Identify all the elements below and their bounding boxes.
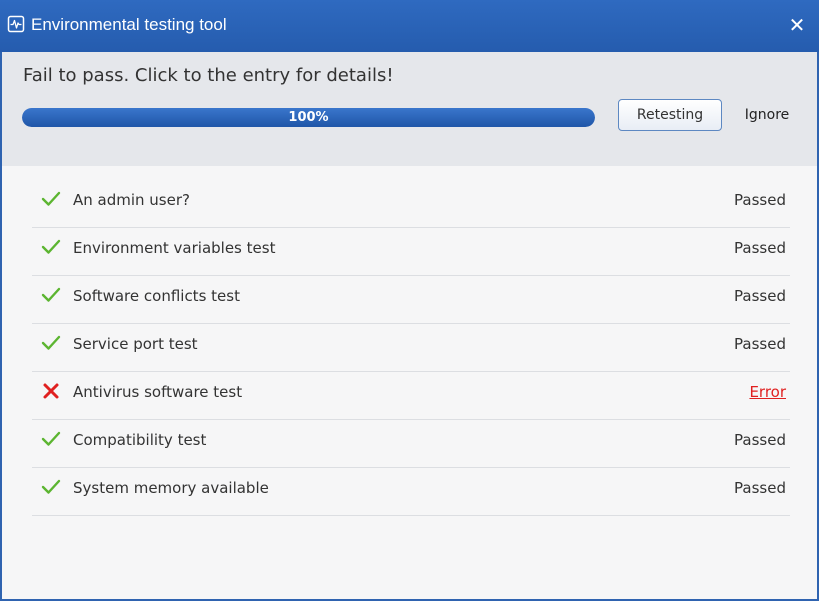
test-label: Environment variables test (73, 239, 276, 257)
test-status: Passed (734, 239, 786, 257)
test-row-antivirus-software[interactable]: Antivirus software test Error (32, 373, 790, 420)
test-list: An admin user? Passed Environment variab… (32, 181, 790, 517)
testing-tool-window: Environmental testing tool ✕ Fail to pas… (0, 0, 819, 601)
test-status: Passed (734, 431, 786, 449)
check-icon (41, 431, 61, 446)
test-status: Passed (734, 287, 786, 305)
test-status: Passed (734, 335, 786, 353)
summary-header: Fail to pass. Click to the entry for det… (2, 52, 817, 166)
test-row-service-port[interactable]: Service port test Passed (32, 325, 790, 372)
title-bar: Environmental testing tool ✕ (0, 0, 819, 52)
test-label: Compatibility test (73, 431, 207, 449)
test-row-system-memory[interactable]: System memory available Passed (32, 469, 790, 516)
check-icon (41, 239, 61, 254)
test-status: Passed (734, 191, 786, 209)
ignore-button[interactable]: Ignore (736, 99, 798, 131)
close-icon: ✕ (788, 13, 806, 37)
test-row-admin-user[interactable]: An admin user? Passed (32, 181, 790, 228)
test-label: An admin user? (73, 191, 190, 209)
cross-icon (43, 383, 59, 399)
check-icon (41, 191, 61, 206)
monitor-icon (7, 15, 25, 33)
progress-label: 100% (288, 110, 329, 125)
test-label: Antivirus software test (73, 383, 243, 401)
close-button[interactable]: ✕ (787, 13, 807, 37)
test-label: System memory available (73, 479, 269, 497)
test-label: Software conflicts test (73, 287, 240, 305)
test-row-software-conflicts[interactable]: Software conflicts test Passed (32, 277, 790, 324)
error-details-link[interactable]: Error (749, 381, 786, 403)
progress-bar: 100% (22, 108, 595, 127)
window-title: Environmental testing tool (31, 15, 227, 34)
check-icon (41, 335, 61, 350)
test-row-environment-variables[interactable]: Environment variables test Passed (32, 229, 790, 276)
check-icon (41, 287, 61, 302)
retest-button[interactable]: Retesting (618, 99, 722, 131)
test-row-compatibility[interactable]: Compatibility test Passed (32, 421, 790, 468)
test-status: Passed (734, 479, 786, 497)
check-icon (41, 479, 61, 494)
test-label: Service port test (73, 335, 198, 353)
result-message: Fail to pass. Click to the entry for det… (23, 65, 394, 86)
